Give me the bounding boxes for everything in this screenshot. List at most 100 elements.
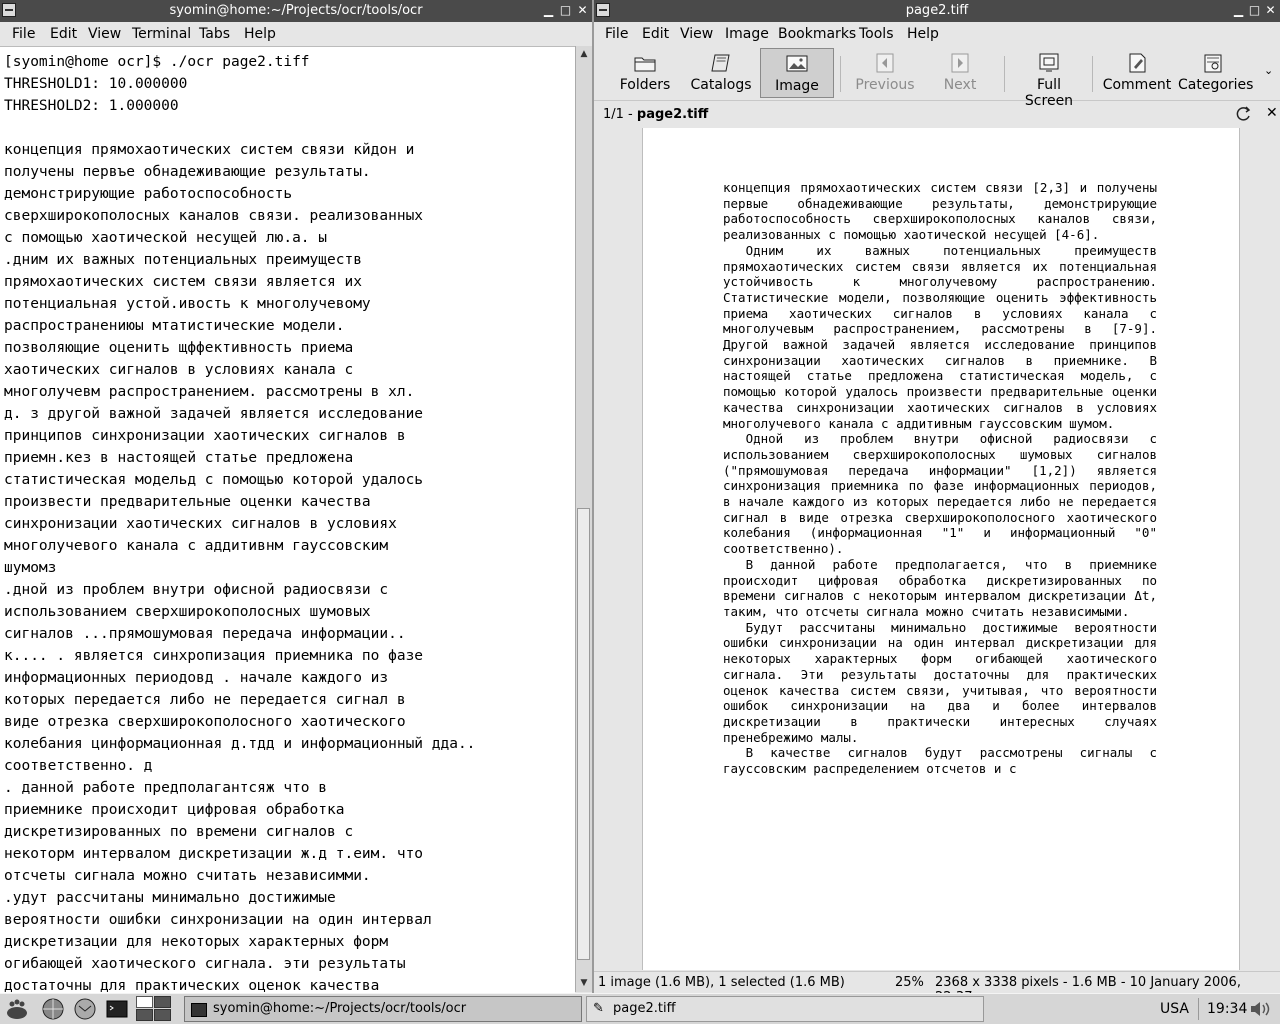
terminal-menu-file[interactable]: File xyxy=(12,26,35,42)
image-button[interactable]: Image xyxy=(760,48,834,98)
taskbar-terminal-task[interactable]: syomin@home:~/Projects/ocr/tools/ocr xyxy=(184,996,582,1022)
image-label: Image xyxy=(775,78,819,94)
document-paragraph: В качестве сигналов будут рассмотрены си… xyxy=(723,745,1157,777)
taskbar-task-label: page2.tiff xyxy=(613,1001,676,1016)
terminal-output: [syomin@home ocr]$ ./ocr page2.tiff THRE… xyxy=(4,54,476,993)
categories-button[interactable]: Categories xyxy=(1178,48,1253,98)
document-paragraph: концепция прямохаотических систем связи … xyxy=(723,180,1157,243)
folder-icon xyxy=(634,57,656,72)
close-icon[interactable]: ✕ xyxy=(574,2,591,19)
terminal-task-icon xyxy=(191,1003,207,1017)
viewer-menu-view[interactable]: View xyxy=(680,26,713,42)
window-menu-icon[interactable] xyxy=(596,3,610,17)
viewer-menu-edit[interactable]: Edit xyxy=(642,26,669,42)
document-paragraph: Одним их важных потенциальных преимущест… xyxy=(723,242,1157,431)
maximize-icon[interactable]: □ xyxy=(1246,2,1263,19)
terminal-output-area[interactable]: [syomin@home ocr]$ ./ocr page2.tiff THRE… xyxy=(0,46,575,993)
viewer-statusbar: 1 image (1.6 MB), 1 selected (1.6 MB) 25… xyxy=(594,971,1280,1005)
scrollbar-thumb[interactable] xyxy=(577,508,590,960)
keyboard-layout[interactable]: USA xyxy=(1160,1001,1189,1017)
close-icon[interactable]: ✕ xyxy=(1262,2,1279,19)
catalogs-label: Catalogs xyxy=(690,77,752,93)
terminal-menu-edit[interactable]: Edit xyxy=(50,26,77,42)
terminal-menu-terminal[interactable]: Terminal xyxy=(132,26,191,42)
workspace-2[interactable] xyxy=(154,996,171,1008)
taskbar-viewer-task[interactable]: ✎ page2.tiff xyxy=(586,996,984,1022)
viewer-menu-image[interactable]: Image xyxy=(725,26,769,42)
image-path-label: 1/1 - page2.tiff xyxy=(603,107,708,122)
clock[interactable]: 19:34 xyxy=(1207,1001,1247,1017)
categories-icon xyxy=(1204,54,1222,73)
next-arrow-icon xyxy=(951,53,969,73)
terminal-menu-help[interactable]: Help xyxy=(244,26,276,42)
catalogs-button[interactable]: Catalogs xyxy=(686,48,756,98)
terminal-titlebar[interactable]: syomin@home:~/Projects/ocr/tools/ocr ▁ □… xyxy=(0,0,592,22)
viewer-titlebar[interactable]: page2.tiff ▁ □ ✕ xyxy=(594,0,1280,22)
full-screen-button[interactable]: Full Screen xyxy=(1012,48,1086,109)
image-path-bar: 1/1 - page2.tiff ✕ xyxy=(594,101,1280,127)
previous-button[interactable]: Previous xyxy=(850,48,920,98)
taskbar: syomin@home:~/Projects/ocr/tools/ocr ✎ p… xyxy=(0,993,1280,1024)
image-position: 1/1 - xyxy=(603,107,637,122)
toolbar-overflow-chevron-icon[interactable]: ⌄ xyxy=(1264,64,1273,77)
terminal-window: syomin@home:~/Projects/ocr/tools/ocr ▁ □… xyxy=(0,0,592,993)
viewer-menu-bookmarks[interactable]: Bookmarks xyxy=(778,26,856,42)
minimize-icon[interactable]: ▁ xyxy=(1230,2,1247,19)
rotate-icon[interactable] xyxy=(1236,106,1252,122)
terminal-launcher-icon[interactable] xyxy=(104,997,130,1021)
terminal-title: syomin@home:~/Projects/ocr/tools/ocr xyxy=(169,3,423,18)
next-label: Next xyxy=(943,77,977,93)
image-display-area[interactable]: концепция прямохаотических систем связи … xyxy=(598,128,1280,970)
document-paragraph: Одной из проблем внутри офисной радиосвя… xyxy=(723,431,1157,557)
main-menu-foot-icon[interactable] xyxy=(4,997,30,1021)
image-viewer-task-icon: ✎ xyxy=(593,1001,604,1016)
comment-icon xyxy=(1129,53,1146,73)
selection-status: 1 image (1.6 MB), 1 selected (1.6 MB) xyxy=(598,975,845,990)
scroll-up-icon[interactable]: ▲ xyxy=(577,47,591,61)
toolbar-separator xyxy=(840,56,841,92)
workspace-4[interactable] xyxy=(154,1009,171,1021)
tray-separator xyxy=(1198,998,1199,1020)
categories-label: Categories xyxy=(1178,77,1254,93)
window-menu-icon[interactable] xyxy=(2,3,16,17)
viewer-menubar: File Edit View Image Bookmarks Tools Hel… xyxy=(594,22,1280,47)
folders-button[interactable]: Folders xyxy=(612,48,678,98)
scroll-down-icon[interactable]: ▼ xyxy=(577,976,591,990)
workspace-1[interactable] xyxy=(136,996,153,1008)
document-paragraph: Будут рассчитаны минимально достижимые в… xyxy=(723,619,1157,745)
image-icon xyxy=(786,55,808,72)
terminal-menu-tabs[interactable]: Tabs xyxy=(199,26,230,42)
mail-client-icon[interactable] xyxy=(72,997,98,1021)
document-paragraph: В данной работе предполагается, что в пр… xyxy=(723,556,1157,619)
image-filename: page2.tiff xyxy=(636,107,709,122)
viewer-menu-help[interactable]: Help xyxy=(907,26,939,42)
toolbar-separator xyxy=(1004,56,1005,92)
taskbar-task-label: syomin@home:~/Projects/ocr/tools/ocr xyxy=(213,1001,467,1016)
previous-arrow-icon xyxy=(876,53,894,73)
workspace-3[interactable] xyxy=(136,1009,153,1021)
full-screen-icon xyxy=(1039,53,1059,72)
document-text: концепция прямохаотических систем связи … xyxy=(723,180,1157,777)
volume-icon[interactable] xyxy=(1248,998,1272,1020)
terminal-menubar: File Edit View Terminal Tabs Help xyxy=(0,22,592,47)
viewer-menu-tools[interactable]: Tools xyxy=(859,26,894,42)
web-browser-icon[interactable] xyxy=(40,997,66,1021)
close-image-icon[interactable]: ✕ xyxy=(1266,105,1278,121)
comment-label: Comment xyxy=(1102,77,1172,93)
workspace-switcher[interactable] xyxy=(136,996,172,1022)
image-viewer-window: page2.tiff ▁ □ ✕ File Edit View Image Bo… xyxy=(594,0,1280,1005)
toolbar-separator xyxy=(1092,56,1093,92)
maximize-icon[interactable]: □ xyxy=(557,2,574,19)
document-page-image: концепция прямохаотических систем связи … xyxy=(642,128,1240,970)
folders-label: Folders xyxy=(619,77,671,93)
catalog-book-icon xyxy=(711,54,730,72)
viewer-menu-file[interactable]: File xyxy=(605,26,628,42)
zoom-level: 25% xyxy=(895,975,924,990)
comment-button[interactable]: Comment xyxy=(1102,48,1172,98)
terminal-menu-view[interactable]: View xyxy=(88,26,121,42)
viewer-title: page2.tiff xyxy=(905,3,969,18)
next-button[interactable]: Next xyxy=(930,48,990,98)
minimize-icon[interactable]: ▁ xyxy=(540,2,557,19)
terminal-scrollbar[interactable]: ▲ ▼ xyxy=(575,46,592,992)
viewer-toolbar: Folders Catalogs Image Previous Next Ful… xyxy=(594,46,1280,109)
